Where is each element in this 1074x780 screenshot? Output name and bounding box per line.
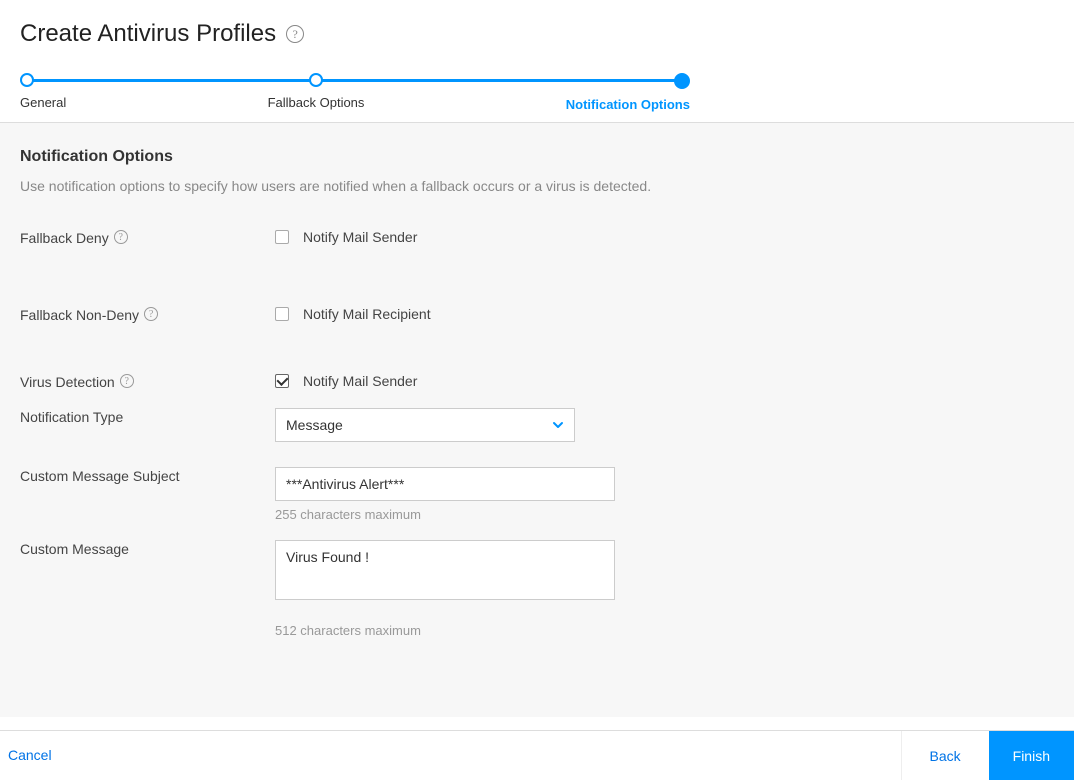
fallback-deny-label: Fallback Deny ?: [20, 229, 275, 246]
step-label: Notification Options: [566, 97, 690, 112]
spacer: [60, 731, 901, 780]
help-icon[interactable]: ?: [114, 230, 128, 244]
wizard-steps: General Fallback Options Notification Op…: [20, 73, 690, 112]
virus-detection-checkbox[interactable]: [275, 374, 289, 388]
step-dot-icon: [20, 73, 34, 87]
checkbox-label: Notify Mail Sender: [303, 229, 417, 245]
fallback-non-deny-label: Fallback Non-Deny ?: [20, 306, 275, 323]
wizard-step-fallback-options[interactable]: Fallback Options: [268, 73, 365, 112]
section-description: Use notification options to specify how …: [20, 178, 1054, 194]
wizard-step-general[interactable]: General: [20, 73, 66, 112]
wizard-step-notification-options[interactable]: Notification Options: [566, 73, 690, 112]
hint-text: 255 characters maximum: [275, 507, 1054, 522]
cancel-button[interactable]: Cancel: [0, 731, 60, 780]
custom-message-textarea[interactable]: [275, 540, 615, 600]
chevron-down-icon: [552, 419, 564, 431]
custom-message-label: Custom Message: [20, 540, 275, 638]
step-label: General: [20, 95, 66, 110]
custom-subject-label: Custom Message Subject: [20, 467, 275, 522]
label-text: Fallback Non-Deny: [20, 307, 139, 323]
virus-detection-label: Virus Detection ?: [20, 373, 275, 390]
action-bar: Cancel Back Finish: [0, 730, 1074, 780]
page-title: Create Antivirus Profiles: [20, 20, 276, 48]
label-text: Notification Type: [20, 409, 123, 425]
label-text: Fallback Deny: [20, 230, 109, 246]
section-title: Notification Options: [20, 148, 1054, 166]
help-icon[interactable]: ?: [286, 25, 304, 43]
label-text: Custom Message Subject: [20, 468, 180, 484]
label-text: Virus Detection: [20, 374, 115, 390]
select-value: Message: [286, 417, 343, 433]
step-label: Fallback Options: [268, 95, 365, 110]
notification-type-select[interactable]: Message: [275, 408, 575, 442]
checkbox-label: Notify Mail Recipient: [303, 306, 431, 322]
step-dot-icon: [309, 73, 323, 87]
custom-subject-input[interactable]: [275, 467, 615, 501]
help-icon[interactable]: ?: [144, 307, 158, 321]
label-text: Custom Message: [20, 541, 129, 557]
back-button[interactable]: Back: [901, 731, 989, 780]
checkbox-label: Notify Mail Sender: [303, 373, 417, 389]
notification-type-label: Notification Type: [20, 408, 275, 442]
help-icon[interactable]: ?: [120, 374, 134, 388]
step-dot-icon: [674, 73, 690, 89]
form-panel: Notification Options Use notification op…: [0, 122, 1074, 717]
fallback-deny-checkbox[interactable]: [275, 230, 289, 244]
fallback-non-deny-checkbox[interactable]: [275, 307, 289, 321]
hint-text: 512 characters maximum: [275, 623, 1054, 638]
finish-button[interactable]: Finish: [989, 731, 1074, 780]
